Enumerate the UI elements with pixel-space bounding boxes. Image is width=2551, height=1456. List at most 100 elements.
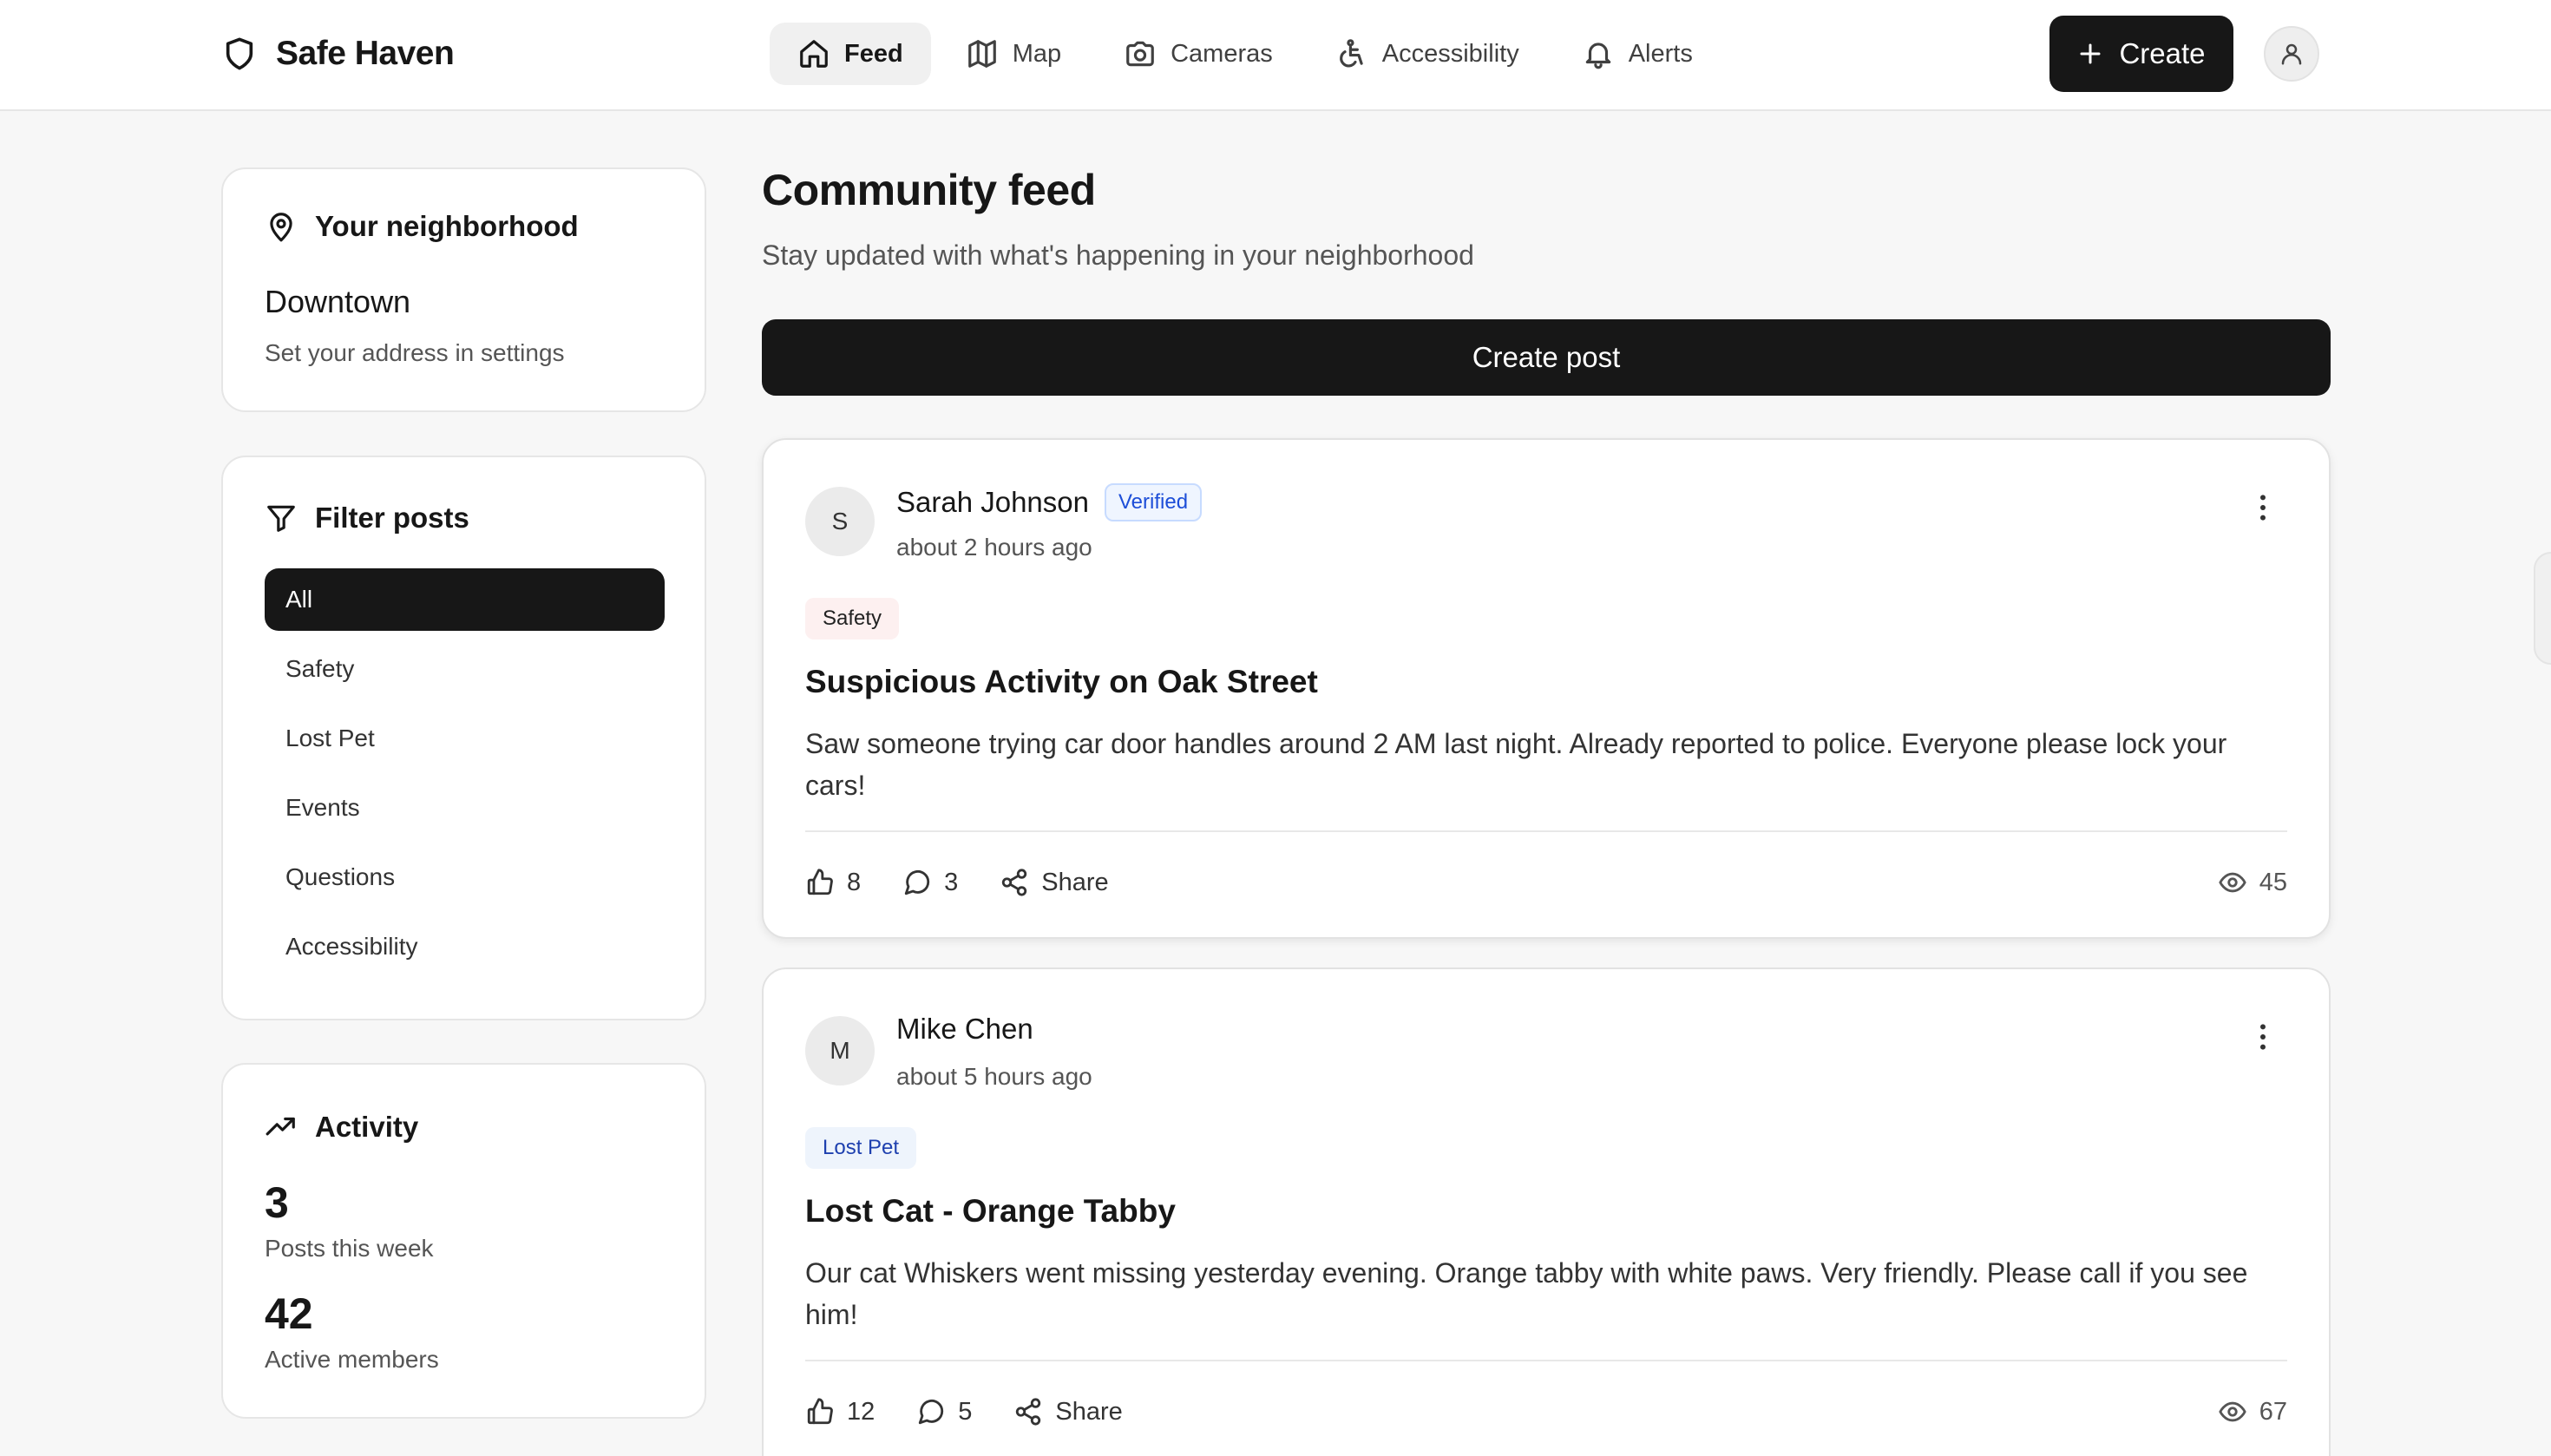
avatar[interactable]: S [805,487,875,556]
eye-icon [2218,1397,2247,1426]
like-button[interactable]: 8 [805,868,861,897]
neighborhood-area: Downtown [265,284,411,319]
trending-up-icon [265,1111,298,1144]
comment-count: 3 [944,868,959,896]
comment-button[interactable]: 3 [902,868,958,897]
filter-title-text: Filter posts [315,502,469,534]
shield-icon [222,35,257,73]
post-divider [805,830,2287,832]
page-subtitle: Stay updated with what's happening in yo… [762,239,1474,271]
filter-lost-pet[interactable]: Lost Pet [265,707,665,770]
nav-label: Feed [844,39,903,68]
views-number: 45 [2259,868,2287,896]
post-time: about 5 hours ago [896,1063,1092,1090]
page-title: Community feed [762,166,1096,214]
filter-events[interactable]: Events [265,777,665,839]
share-icon [1000,868,1029,897]
share-label: Share [1041,868,1109,896]
main-nav: Feed Map Cameras Accessibility Alerts [770,23,1721,85]
filter-card-title: Filter posts [265,502,469,535]
post-card: M Mike Chen about 5 hours ago Lost Pet L… [762,967,2331,1456]
more-options-icon[interactable] [2246,490,2280,525]
brand[interactable]: Safe Haven [222,31,455,76]
create-label: Create [2119,37,2206,69]
more-options-icon[interactable] [2246,1020,2280,1054]
nav-alerts[interactable]: Alerts [1554,23,1721,85]
share-icon [1013,1397,1043,1426]
neighborhood-hint: Set your address in settings [265,339,565,366]
avatar[interactable]: M [805,1016,875,1085]
view-count: 67 [2218,1391,2287,1433]
activity-card-title: Activity [265,1111,418,1144]
neighborhood-title-text: Your neighborhood [315,210,579,242]
nav-accessibility[interactable]: Accessibility [1308,23,1547,85]
nav-label: Accessibility [1381,39,1519,68]
filter-questions[interactable]: Questions [265,846,665,908]
view-count: 45 [2218,862,2287,903]
map-icon [966,37,999,70]
side-panel-handle[interactable] [2534,552,2551,665]
post-author: Sarah Johnson Verified [896,483,1203,521]
nav-feed[interactable]: Feed [770,23,931,85]
category-tag: Lost Pet [805,1127,917,1169]
share-button[interactable]: Share [1000,868,1109,897]
author-name[interactable]: Sarah Johnson [896,486,1089,519]
nav-label: Cameras [1171,39,1273,68]
create-button[interactable]: Create [2049,16,2233,92]
share-button[interactable]: Share [1013,1397,1123,1426]
post-author: Mike Chen [896,1013,1033,1046]
eye-icon [2218,868,2247,897]
stat-posts-label: Posts this week [265,1235,434,1262]
nav-map[interactable]: Map [938,23,1089,85]
share-label: Share [1055,1397,1123,1426]
filter-accessibility[interactable]: Accessibility [265,915,665,978]
stat-members-label: Active members [265,1346,439,1373]
bell-icon [1582,37,1615,70]
home-icon [797,37,830,70]
activity-card: Activity 3 Posts this week 42 Active mem… [221,1063,706,1419]
like-count: 8 [847,868,862,896]
top-header: Safe Haven Feed Map Cameras Accessibilit… [0,0,2551,111]
post-body: Our cat Whiskers went missing yesterday … [805,1257,2248,1330]
nav-label: Map [1012,39,1062,68]
views-number: 67 [2259,1397,2287,1426]
post-body: Saw someone trying car door handles arou… [805,728,2227,801]
thumbs-up-icon [805,868,835,897]
user-menu-button[interactable] [2264,26,2319,82]
post-actions: 8 3 Share [805,862,1109,903]
like-count: 12 [847,1397,875,1426]
filter-all[interactable]: All [265,568,665,631]
user-icon [2279,41,2305,67]
accessibility-icon [1335,37,1368,70]
category-tag: Safety [805,598,900,639]
create-post-button[interactable]: Create post [762,319,2331,396]
neighborhood-card: Your neighborhood Downtown Set your addr… [221,167,706,412]
comment-count: 5 [958,1397,973,1426]
nav-cameras[interactable]: Cameras [1096,23,1301,85]
activity-title-text: Activity [315,1111,419,1143]
post-time: about 2 hours ago [896,534,1092,561]
post-actions: 12 5 Share [805,1391,1123,1433]
stat-members-value: 42 [265,1289,313,1338]
filter-list: All Safety Lost Pet Events Questions Acc… [265,568,665,985]
like-button[interactable]: 12 [805,1397,875,1426]
nav-label: Alerts [1628,39,1693,68]
comment-icon [916,1397,946,1426]
post-card: S Sarah Johnson Verified about 2 hours a… [762,438,2331,939]
map-pin-icon [265,210,298,243]
neighborhood-card-title: Your neighborhood [265,210,579,243]
post-title[interactable]: Lost Cat - Orange Tabby [805,1193,1176,1230]
comment-button[interactable]: 5 [916,1397,972,1426]
post-divider [805,1360,2287,1361]
plus-icon [2077,41,2103,67]
post-title[interactable]: Suspicious Activity on Oak Street [805,664,1318,700]
filter-card: Filter posts All Safety Lost Pet Events … [221,456,706,1020]
author-name[interactable]: Mike Chen [896,1013,1033,1046]
camera-icon [1124,37,1157,70]
filter-safety[interactable]: Safety [265,638,665,700]
filter-icon [265,502,298,535]
verified-badge: Verified [1105,483,1203,521]
stat-posts-value: 3 [265,1178,289,1227]
comment-icon [902,868,932,897]
thumbs-up-icon [805,1397,835,1426]
